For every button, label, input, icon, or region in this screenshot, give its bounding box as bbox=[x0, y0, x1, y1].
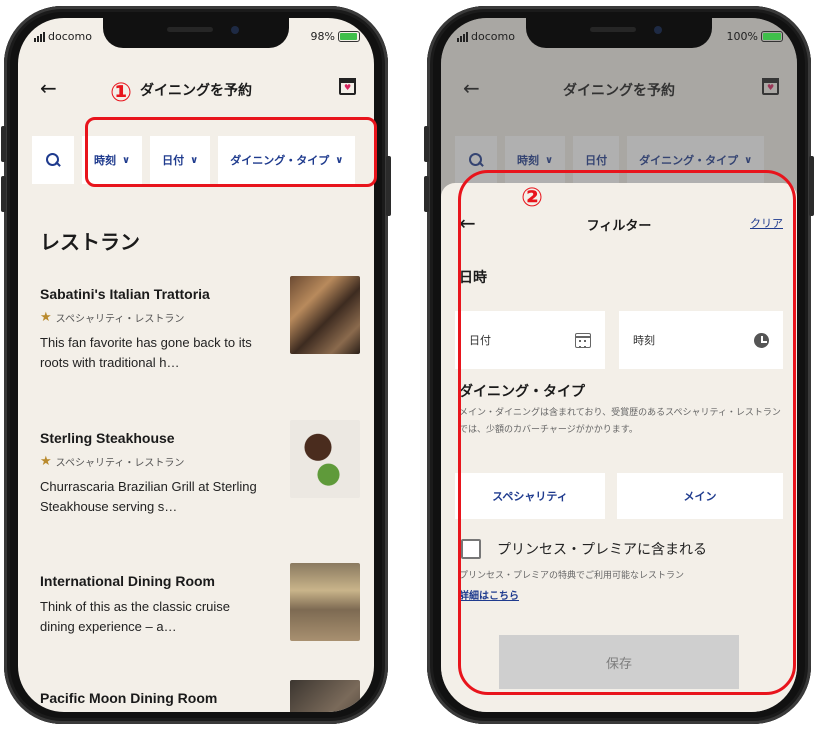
star-icon: ★ bbox=[40, 310, 52, 325]
carrier: docomo bbox=[34, 30, 92, 43]
search-button[interactable] bbox=[32, 136, 74, 184]
annotation-box-1 bbox=[85, 117, 377, 187]
restaurant-photo bbox=[290, 276, 360, 354]
app-header: ← ダイニングを予約 ♥ bbox=[18, 70, 374, 110]
annotation-marker-1: ① bbox=[110, 78, 133, 108]
restaurant-photo bbox=[290, 680, 360, 712]
signal-icon bbox=[457, 31, 468, 42]
restaurant-item[interactable]: Pacific Moon Dining Room bbox=[40, 680, 360, 712]
volume-up-button bbox=[424, 126, 429, 162]
restaurant-photo bbox=[290, 563, 360, 641]
section-title-restaurants: レストラン bbox=[40, 230, 140, 254]
power-button bbox=[809, 156, 814, 216]
carrier-label: docomo bbox=[471, 30, 515, 43]
restaurant-photo bbox=[290, 420, 360, 498]
search-icon bbox=[46, 153, 60, 167]
restaurant-item[interactable]: Sabatini's Italian Trattoria ★ スペシャリティ・レ… bbox=[40, 276, 360, 373]
restaurant-description: Churrascaria Brazilian Grill at Sterling… bbox=[40, 479, 257, 514]
status-bar: docomo 100% bbox=[441, 30, 797, 50]
restaurant-type-label: スペシャリティ・レストラン bbox=[55, 458, 185, 469]
status-bar: docomo 98% bbox=[18, 30, 374, 50]
restaurant-item[interactable]: Sterling Steakhouse ★ スペシャリティ・レストラン Chur… bbox=[40, 420, 360, 517]
battery-icon bbox=[761, 31, 783, 42]
carrier-label: docomo bbox=[48, 30, 92, 43]
restaurant-description: This fan favorite has gone back to its r… bbox=[40, 335, 252, 370]
volume-down-button bbox=[424, 176, 429, 212]
page-title: ダイニングを予約 bbox=[140, 83, 252, 99]
battery-percent: 100% bbox=[726, 30, 758, 43]
phone-left: docomo 98% ← ダイニングを予約 ♥ 時刻 ∨ 日付 ∨ ダイニング・ bbox=[1, 6, 391, 724]
annotation-marker-2: ② bbox=[521, 183, 544, 213]
signal-icon bbox=[34, 31, 45, 42]
volume-up-button bbox=[1, 126, 6, 162]
battery: 98% bbox=[311, 30, 360, 43]
restaurant-description: Think of this as the classic cruise dini… bbox=[40, 599, 231, 634]
restaurant-item[interactable]: International Dining Room Think of this … bbox=[40, 563, 360, 641]
battery-percent: 98% bbox=[310, 30, 335, 43]
carrier: docomo bbox=[457, 30, 515, 43]
power-button bbox=[386, 156, 391, 216]
star-icon: ★ bbox=[40, 454, 52, 469]
annotation-box-2 bbox=[458, 170, 796, 695]
battery: 100% bbox=[727, 30, 783, 43]
restaurant-type-label: スペシャリティ・レストラン bbox=[55, 314, 185, 325]
battery-icon bbox=[338, 31, 360, 42]
calendar-heart-icon[interactable]: ♥ bbox=[339, 78, 356, 95]
volume-down-button bbox=[1, 176, 6, 212]
